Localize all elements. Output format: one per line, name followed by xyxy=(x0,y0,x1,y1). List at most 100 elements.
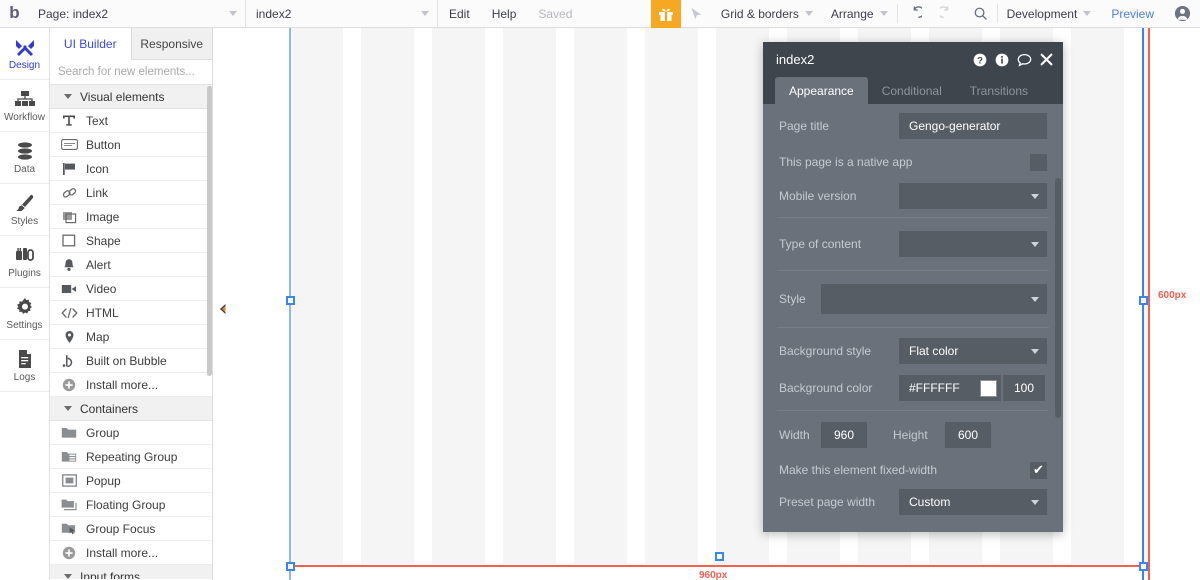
palette-item-map[interactable]: Map xyxy=(50,325,212,349)
panel-header[interactable]: index2 ? xyxy=(763,42,1063,77)
preview-button[interactable]: Preview xyxy=(1100,0,1165,27)
close-icon[interactable] xyxy=(1040,53,1053,66)
height-input[interactable]: 600 xyxy=(945,422,991,448)
arrange-menu[interactable]: Arrange xyxy=(822,0,897,27)
palette-item-group-focus[interactable]: Group Focus xyxy=(50,517,212,541)
palette-item-label: Floating Group xyxy=(86,497,166,512)
palette-item-popup[interactable]: Popup xyxy=(50,469,212,493)
bubble-logo[interactable]: b xyxy=(0,0,28,27)
grid-borders-menu[interactable]: Grid & borders xyxy=(712,0,822,27)
sidebar-item-plugins[interactable]: Plugins xyxy=(0,236,49,288)
palette-item-shape[interactable]: Shape xyxy=(50,229,212,253)
link-icon xyxy=(60,185,78,201)
palette-group-input-forms[interactable]: Input forms xyxy=(50,565,212,579)
plus-circle-icon xyxy=(60,377,78,393)
database-icon xyxy=(15,140,35,162)
panel-tab-bar: Appearance Conditional Transitions xyxy=(763,77,1063,104)
edit-menu[interactable]: Edit xyxy=(438,0,481,27)
sidebar-label-data: Data xyxy=(13,164,36,175)
sidebar-item-logs[interactable]: Logs xyxy=(0,340,49,392)
sidebar-item-design[interactable]: Design xyxy=(0,28,49,80)
preset-page-width-select[interactable]: Custom xyxy=(899,489,1047,515)
palette-item-image[interactable]: Image xyxy=(50,205,212,229)
palette-item-alert[interactable]: Alert xyxy=(50,253,212,277)
svg-text:?: ? xyxy=(977,55,983,66)
sidebar-item-settings[interactable]: Settings xyxy=(0,288,49,340)
tab-appearance[interactable]: Appearance xyxy=(775,77,868,104)
palette-item-install-more-containers[interactable]: Install more... xyxy=(50,541,212,565)
help-icon[interactable]: ? xyxy=(973,53,987,67)
fixed-width-checkbox[interactable]: ✔ xyxy=(1030,461,1047,479)
palette-item-text[interactable]: Text xyxy=(50,109,212,133)
sidebar-item-workflow[interactable]: Workflow xyxy=(0,80,49,132)
sidebar-item-data[interactable]: Data xyxy=(0,132,49,184)
panel-scrollbar[interactable] xyxy=(1055,178,1061,418)
background-color-input[interactable]: #FFFFFF xyxy=(899,375,975,401)
redo-icon[interactable] xyxy=(931,0,964,27)
palette-item-label: HTML xyxy=(86,305,119,320)
resize-handle-bottom-left[interactable] xyxy=(286,562,295,571)
background-style-select[interactable]: Flat color xyxy=(899,338,1047,364)
search-icon[interactable] xyxy=(964,0,997,27)
version-selector[interactable]: Development xyxy=(998,0,1101,27)
palette-item-link[interactable]: Link xyxy=(50,181,212,205)
tab-ui-builder[interactable]: UI Builder xyxy=(50,28,132,60)
user-avatar-icon[interactable] xyxy=(1165,0,1200,27)
undo-icon[interactable] xyxy=(898,0,931,27)
arrange-label: Arrange xyxy=(830,6,874,21)
palette-item-button[interactable]: Button xyxy=(50,133,212,157)
help-menu[interactable]: Help xyxy=(481,0,528,27)
gift-icon[interactable] xyxy=(650,0,681,28)
background-color-swatch-wrap[interactable] xyxy=(975,375,1001,401)
native-app-checkbox[interactable] xyxy=(1030,153,1047,171)
page-selector[interactable]: Page: index2 xyxy=(28,0,246,27)
palette-scrollbar[interactable] xyxy=(207,86,212,376)
palette-item-install-more-visual[interactable]: Install more... xyxy=(50,373,212,397)
flag-icon xyxy=(60,161,78,177)
palette-item-label: Shape xyxy=(86,233,121,248)
info-icon[interactable] xyxy=(995,53,1009,67)
resize-handle-right[interactable] xyxy=(1139,296,1148,305)
palette-tabs: UI Builder Responsive xyxy=(50,28,212,60)
palette-item-html[interactable]: HTML xyxy=(50,301,212,325)
style-select[interactable] xyxy=(821,284,1047,314)
property-editor-panel[interactable]: index2 ? Appearance Conditional Transiti… xyxy=(763,42,1063,532)
palette-item-built-on-bubble[interactable]: Built on Bubble xyxy=(50,349,212,373)
resize-handle-left[interactable] xyxy=(286,296,295,305)
field-background-color: Background color #FFFFFF 100 xyxy=(763,370,1063,406)
sidebar-label-styles: Styles xyxy=(10,216,39,227)
text-icon xyxy=(60,113,78,129)
width-input[interactable]: 960 xyxy=(821,422,867,448)
palette-group-label: Visual elements xyxy=(80,89,165,104)
element-selector[interactable]: index2 xyxy=(246,0,438,27)
group-focus-icon xyxy=(60,521,78,537)
background-color-swatch[interactable] xyxy=(979,379,997,397)
page-title-input[interactable]: Gengo-generator xyxy=(899,113,1047,139)
palette-item-video[interactable]: Video xyxy=(50,277,212,301)
tab-transitions[interactable]: Transitions xyxy=(956,77,1042,104)
comment-icon[interactable] xyxy=(1017,53,1032,67)
group-icon xyxy=(60,425,78,441)
palette-group-visual-elements[interactable]: Visual elements xyxy=(50,85,212,109)
palette-item-group[interactable]: Group xyxy=(50,421,212,445)
palette-item-repeating-group[interactable]: Repeating Group xyxy=(50,445,212,469)
main-nav-rail: Design Workflow Data Styles Plugins Sett… xyxy=(0,28,50,580)
panel-title: index2 xyxy=(776,52,815,67)
field-background-style: Background style Flat color xyxy=(763,332,1063,370)
background-opacity-input[interactable]: 100 xyxy=(1003,375,1045,401)
panel-divider xyxy=(777,327,1049,328)
collapse-left-icon[interactable] xyxy=(217,302,229,316)
mobile-version-select[interactable] xyxy=(899,183,1047,209)
resize-handle-bottom-right[interactable] xyxy=(1139,562,1148,571)
pointer-icon[interactable] xyxy=(681,0,712,27)
palette-item-icon[interactable]: Icon xyxy=(50,157,212,181)
palette-item-floating-group[interactable]: Floating Group xyxy=(50,493,212,517)
type-of-content-select[interactable] xyxy=(899,231,1047,257)
tab-responsive[interactable]: Responsive xyxy=(131,28,212,59)
palette-item-label: Install more... xyxy=(86,545,159,560)
tab-conditional[interactable]: Conditional xyxy=(868,77,956,104)
resize-handle-bottom[interactable] xyxy=(715,552,724,561)
palette-group-containers[interactable]: Containers xyxy=(50,397,212,421)
element-search-input[interactable]: Search for new elements... xyxy=(50,60,212,85)
sidebar-item-styles[interactable]: Styles xyxy=(0,184,49,236)
